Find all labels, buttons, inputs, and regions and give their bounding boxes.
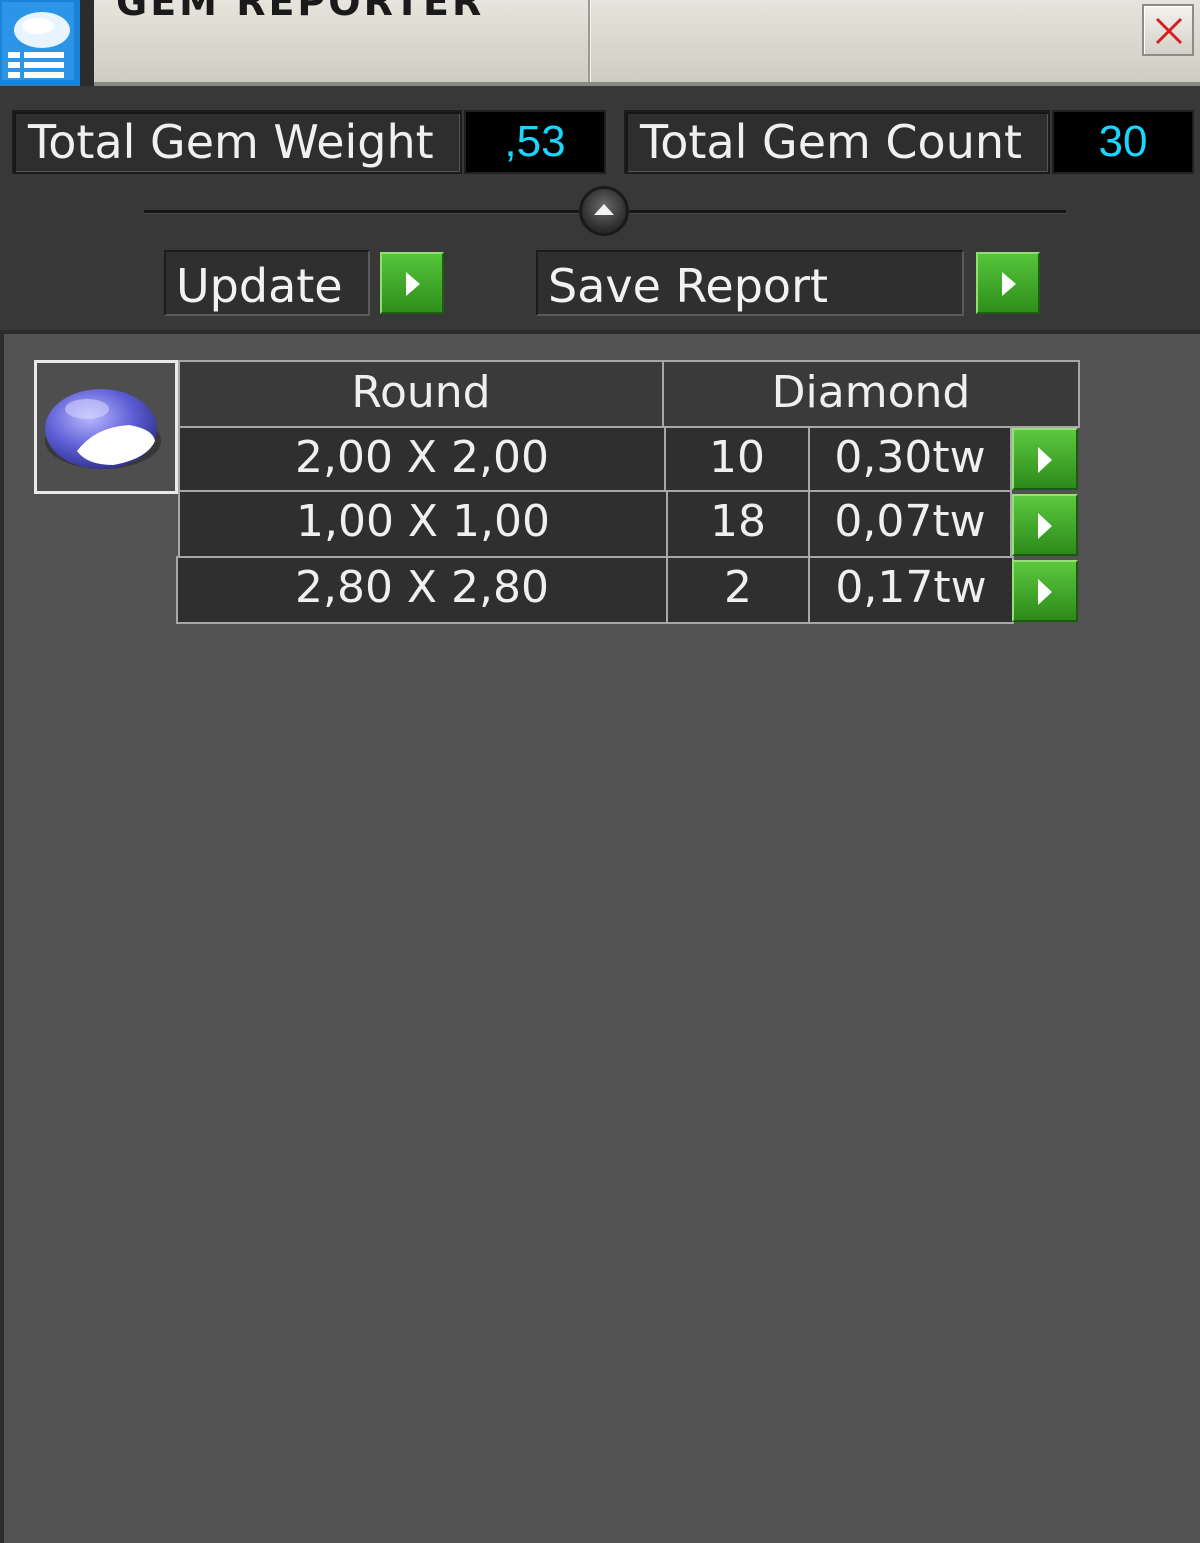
gem-reporter-app-icon (0, 0, 94, 86)
table-row-weight: 0,30tw (808, 426, 1012, 492)
total-gem-count-label: Total Gem Count (624, 110, 1050, 174)
table-row-count: 18 (666, 490, 810, 558)
close-icon (1155, 17, 1183, 45)
table-row-count: 2 (666, 556, 810, 624)
row-details-button[interactable] (1012, 560, 1078, 622)
row-details-button[interactable] (1012, 494, 1078, 556)
play-arrow-icon (1038, 513, 1052, 539)
table-row-size: 2,00 X 2,00 (178, 426, 666, 492)
title-divider (588, 0, 590, 82)
total-gem-count-value: 30 (1052, 110, 1194, 174)
shape-header: Round (178, 360, 664, 428)
collapse-toggle-button[interactable] (579, 186, 629, 236)
row-details-button[interactable] (1012, 428, 1078, 490)
update-label: Update (164, 250, 370, 316)
gem-thumbnail (34, 360, 178, 494)
save-report-button[interactable] (976, 252, 1040, 314)
update-button[interactable] (380, 252, 444, 314)
play-arrow-icon (406, 272, 420, 296)
table-row-size: 2,80 X 2,80 (176, 556, 668, 624)
total-gem-weight-value: ,53 (464, 110, 606, 174)
window-title: GEM REPORTER (116, 0, 485, 24)
play-arrow-icon (1038, 447, 1052, 473)
table-row-size: 1,00 X 1,00 (178, 490, 668, 558)
close-button[interactable] (1142, 4, 1194, 56)
round-diamond-gem-icon (45, 389, 161, 469)
play-arrow-icon (1002, 272, 1016, 296)
summary-panel: Total Gem Weight ,53 Total Gem Count 30 … (0, 86, 1200, 330)
table-row-weight: 0,07tw (808, 490, 1012, 558)
material-header: Diamond (662, 360, 1080, 428)
title-bar: GEM REPORTER (0, 0, 1200, 86)
gem-reporter-window: GEM REPORTER Total Gem Weight ,53 Total … (0, 0, 1200, 1543)
save-report-label: Save Report (536, 250, 964, 316)
total-gem-weight-label: Total Gem Weight (12, 110, 462, 174)
table-row-weight: 0,17tw (808, 556, 1014, 624)
play-arrow-icon (1038, 579, 1052, 605)
chevron-up-icon (594, 204, 614, 215)
table-row-count: 10 (664, 426, 810, 492)
